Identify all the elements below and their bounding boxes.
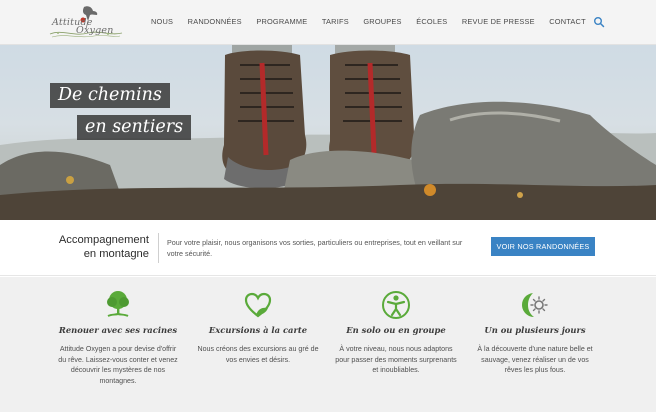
tree-icon — [107, 291, 129, 317]
hero-banner: De chemins en sentiers — [0, 45, 656, 220]
nav-item-randonnees[interactable]: Randonnées — [188, 17, 242, 26]
feature-title: Excursions à la carte — [208, 325, 308, 335]
intro-divider — [158, 233, 159, 263]
search-icon[interactable] — [593, 16, 605, 28]
hero-tagline-line1: De chemins — [50, 83, 170, 108]
feature-solo-group: En solo ou en groupe À votre niveau, nou… — [331, 289, 461, 376]
feature-description: À la découverte d'une nature belle et sa… — [477, 345, 593, 375]
nav-item-nous[interactable]: Nous — [151, 17, 173, 26]
site-logo[interactable]: Attitude Oxygen — [48, 3, 124, 41]
feature-title: En solo ou en groupe — [346, 325, 446, 335]
intro-title-line2: en montagne — [83, 247, 149, 260]
feature-title: Un ou plusieurs jours — [484, 325, 586, 335]
feature-one-or-more-days: Un ou plusieurs jours À la découverte d'… — [470, 289, 600, 376]
group-icon — [382, 291, 410, 319]
intro-title: Accompagnement en montagne — [30, 234, 149, 261]
nav-item-programme[interactable]: Programme — [256, 17, 307, 26]
features-section: Renouer avec ses racines Attitude Oxygen… — [0, 277, 656, 412]
hero-tagline-line2: en sentiers — [77, 115, 192, 140]
feature-title: Renouer avec ses racines — [58, 325, 178, 335]
nav-item-contact[interactable]: Contact — [549, 17, 586, 26]
site-header: Attitude Oxygen Nous Randonnées Programm… — [0, 0, 656, 45]
nav-item-ecoles[interactable]: Écoles — [416, 17, 447, 26]
intro-text: Pour votre plaisir, nous organisons vos … — [167, 238, 463, 258]
logo-text-line2: Oxygen — [76, 25, 114, 36]
nav-item-tarifs[interactable]: Tarifs — [322, 17, 349, 26]
feature-description: À votre niveau, nous nous adaptons pour … — [335, 345, 457, 375]
feature-description: Attitude Oxygen a pour devise d'offrir d… — [58, 345, 178, 386]
see-hikes-button[interactable]: Voir nos randonnées — [491, 237, 595, 256]
feature-roots: Renouer avec ses racines Attitude Oxygen… — [53, 289, 183, 387]
nav-item-groupes[interactable]: Groupes — [363, 17, 401, 26]
feature-description: Nous créons des excursions au gré de vos… — [197, 345, 319, 364]
sun-moon-icon — [522, 293, 548, 317]
heart-leaf-icon — [244, 292, 272, 318]
nav-item-revue-de-presse[interactable]: Revue de presse — [462, 17, 535, 26]
feature-custom-excursions: Excursions à la carte Nous créons des ex… — [193, 289, 323, 365]
intro-title-line1: Accompagnement — [58, 234, 149, 246]
main-nav: Nous Randonnées Programme Tarifs Groupes… — [151, 17, 600, 26]
